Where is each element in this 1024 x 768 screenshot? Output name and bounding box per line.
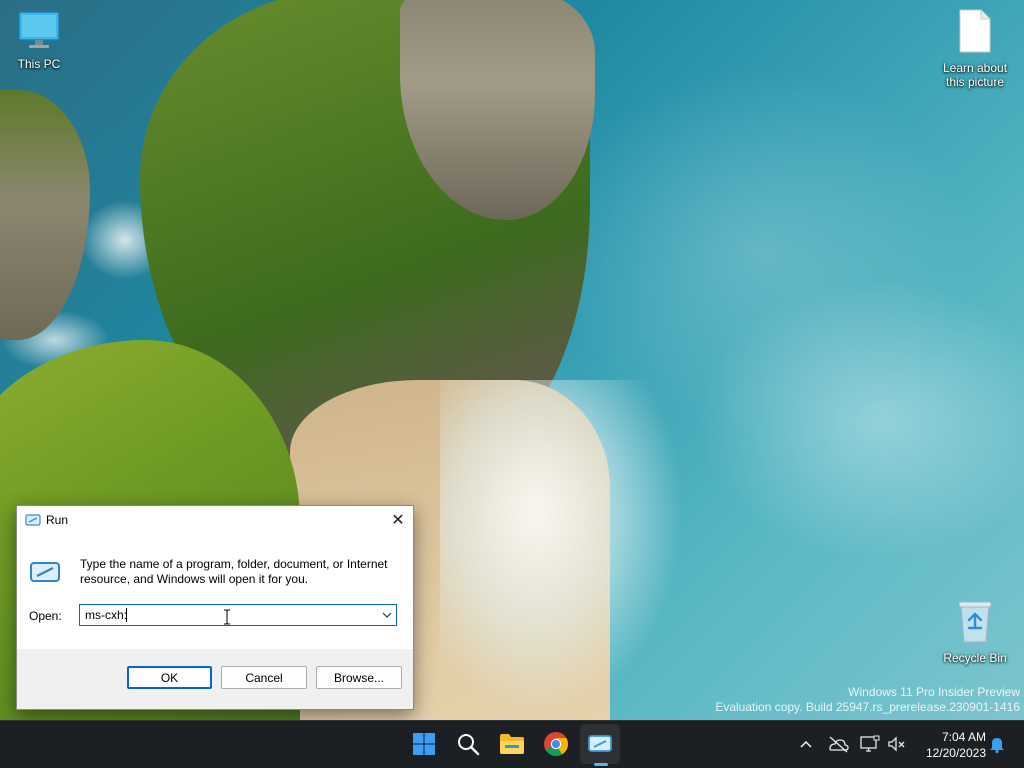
- bell-icon: [990, 738, 1004, 753]
- watermark-line-1: Windows 11 Pro Insider Preview: [848, 685, 1020, 699]
- recycle-bin-icon: [937, 598, 1013, 647]
- monitor-icon: [1, 10, 77, 53]
- dialog-title: Run: [46, 513, 69, 527]
- display-status-button[interactable]: [858, 733, 882, 755]
- run-taskbar-button[interactable]: [580, 724, 620, 764]
- volume-button[interactable]: [886, 733, 908, 755]
- desktop: This PC Learn about this picture Recycle…: [0, 0, 1024, 720]
- desktop-icon-label: Learn about this picture: [942, 61, 1008, 89]
- clock-date: 12/20/2023: [925, 746, 986, 760]
- ok-button[interactable]: OK: [127, 666, 212, 689]
- network-status-button[interactable]: [826, 733, 850, 755]
- file-explorer-button[interactable]: [492, 724, 532, 764]
- run-description: Type the name of a program, folder, docu…: [80, 557, 388, 586]
- windows-watermark: Windows 11 Pro Insider Preview Evaluatio…: [715, 685, 1020, 715]
- desktop-icon-label: This PC: [17, 57, 61, 71]
- watermark-line-2: Evaluation copy. Build 25947.rs_prerelea…: [715, 700, 1020, 714]
- text-caret: [126, 608, 127, 622]
- system-clock[interactable]: 7:04 AM 12/20/2023: [916, 729, 986, 761]
- search-icon: [458, 734, 480, 756]
- show-hidden-icons-button[interactable]: [796, 733, 816, 755]
- clock-time: 7:04 AM: [941, 730, 986, 744]
- notifications-button[interactable]: [986, 733, 1008, 755]
- cancel-button[interactable]: Cancel: [221, 666, 307, 689]
- close-icon: ✕: [391, 512, 405, 529]
- desktop-icon-this-pc[interactable]: This PC: [1, 10, 77, 71]
- chrome-button[interactable]: [536, 724, 576, 764]
- wallpaper-surf: [440, 380, 680, 710]
- ibeam-cursor-icon: [223, 609, 231, 625]
- browse-button[interactable]: Browse...: [316, 666, 402, 689]
- folder-icon: [500, 734, 524, 754]
- document-icon: [937, 8, 1013, 57]
- run-icon: [588, 735, 612, 752]
- network-disconnected-icon: [829, 736, 849, 753]
- start-button[interactable]: [404, 724, 444, 764]
- windows-logo-icon: [413, 733, 435, 755]
- run-icon: [25, 513, 41, 530]
- desktop-icon-learn-about-picture[interactable]: Learn about this picture: [937, 8, 1013, 89]
- desktop-icon-label: Recycle Bin: [943, 651, 1007, 665]
- wallpaper-cliff-left: [0, 90, 90, 340]
- run-program-icon: [29, 560, 61, 587]
- run-dialog: Run ✕ Type the name of a program, folder…: [16, 505, 414, 710]
- run-titlebar[interactable]: Run ✕: [17, 506, 413, 534]
- taskbar: 7:04 AM 12/20/2023: [0, 720, 1024, 768]
- chevron-up-icon: [800, 741, 812, 748]
- run-dialog-body: Type the name of a program, folder, docu…: [17, 534, 413, 649]
- chevron-down-icon[interactable]: [378, 605, 396, 625]
- active-app-indicator: [594, 763, 608, 766]
- search-button[interactable]: [448, 724, 488, 764]
- close-button[interactable]: ✕: [383, 506, 413, 534]
- desktop-icon-recycle-bin[interactable]: Recycle Bin: [937, 598, 1013, 665]
- open-label: Open:: [29, 609, 62, 623]
- monitor-icon: [860, 735, 880, 752]
- chrome-icon: [544, 732, 569, 757]
- volume-muted-icon: [888, 736, 905, 752]
- open-combobox[interactable]: [79, 604, 397, 626]
